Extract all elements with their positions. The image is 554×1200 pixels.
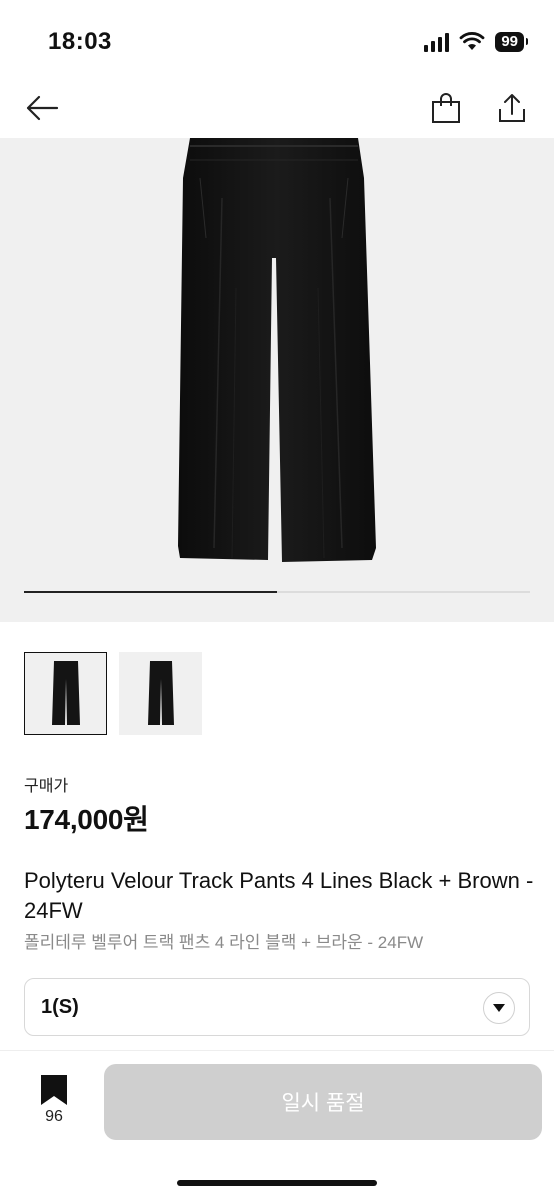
bookmark-count: 96 [45, 1108, 63, 1125]
size-selected-value: 1(S) [41, 996, 79, 1018]
top-navigation [0, 80, 554, 136]
status-time: 18:03 [48, 28, 112, 55]
price-value: 174,000원 [24, 804, 149, 835]
signal-icon [424, 32, 450, 52]
product-title-english: Polyteru Velour Track Pants 4 Lines Blac… [24, 868, 534, 923]
status-icons: 99 [424, 32, 528, 52]
thumbnail-1[interactable] [24, 652, 107, 735]
battery-icon: 99 [495, 32, 528, 52]
bookmark-icon [41, 1075, 67, 1105]
product-image-gallery[interactable] [0, 138, 554, 622]
thumbnail-list [24, 652, 202, 735]
share-button[interactable] [494, 88, 530, 128]
thumbnail-image [147, 660, 174, 725]
shopping-bag-button[interactable] [428, 88, 464, 128]
gallery-progress-fill [24, 591, 277, 593]
share-icon [499, 94, 525, 122]
wifi-icon [459, 32, 485, 50]
size-select[interactable]: 1(S) [24, 978, 530, 1036]
shopping-bag-icon [432, 93, 460, 123]
back-arrow-icon [26, 95, 59, 121]
bookmark-button[interactable]: 96 [36, 1074, 72, 1130]
status-bar: 18:03 99 [0, 0, 554, 80]
chevron-down-icon [483, 992, 515, 1024]
home-indicator [177, 1180, 377, 1186]
bottom-bar-divider [0, 1050, 554, 1051]
product-image [178, 138, 376, 562]
price-label: 구매가 [24, 778, 69, 795]
back-button[interactable] [22, 88, 62, 128]
soldout-button[interactable]: 일시 품절 [104, 1064, 542, 1140]
product-title-korean: 폴리테루 벨루어 트랙 팬츠 4 라인 블랙 + 브라운 - 24FW [24, 933, 424, 952]
thumbnail-image [51, 660, 80, 725]
gallery-progress-bar [24, 591, 530, 593]
thumbnail-2[interactable] [119, 652, 202, 735]
